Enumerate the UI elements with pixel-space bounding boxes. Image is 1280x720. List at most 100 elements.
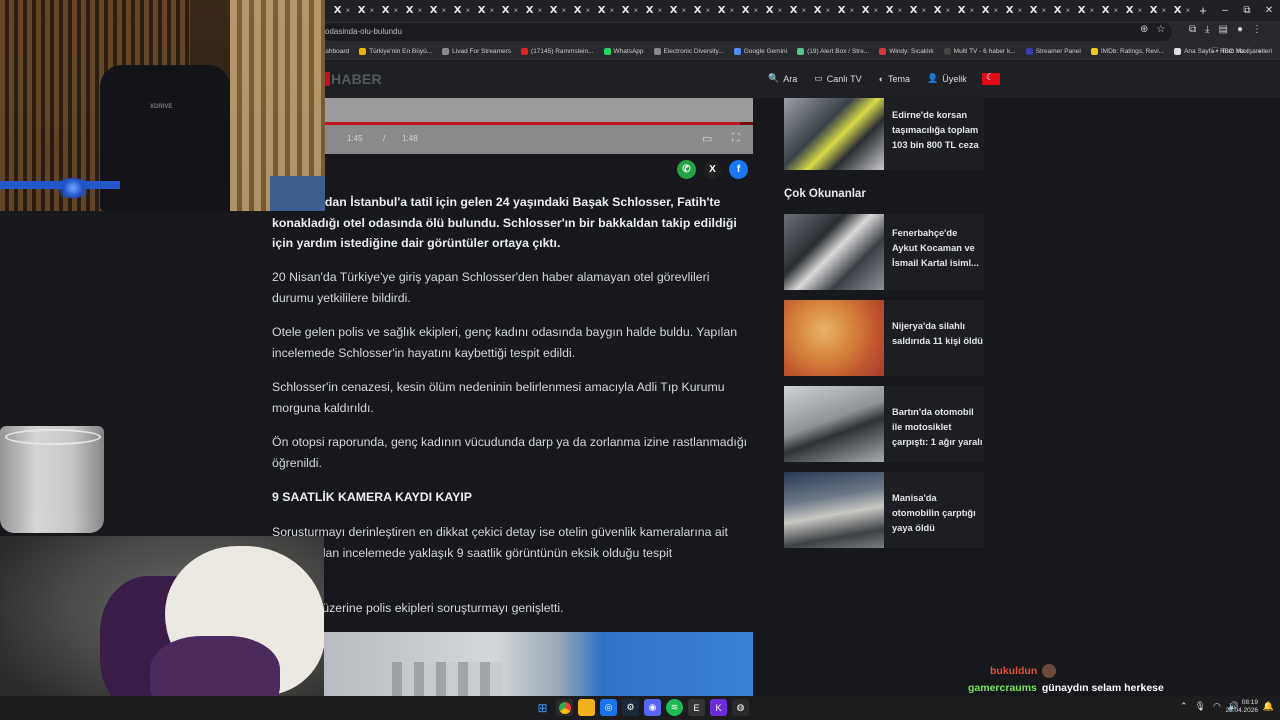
bookmark-item[interactable]: WhatsApp: [603, 47, 644, 55]
nav-item-search[interactable]: 🔍 Ara: [768, 73, 797, 84]
browser-tab[interactable]: X ×: [402, 0, 426, 21]
most-read-item[interactable]: Bartın'da otomobil ile motosiklet çarpış…: [784, 386, 984, 462]
extensions-icon[interactable]: ⧉: [1189, 24, 1196, 35]
media-icon[interactable]: ▤: [1219, 24, 1228, 35]
tab-close-icon[interactable]: ×: [1162, 6, 1167, 15]
browser-tab[interactable]: X ×: [594, 0, 618, 21]
browser-tab[interactable]: X ×: [858, 0, 882, 21]
chrome-icon[interactable]: [556, 699, 573, 716]
download-icon[interactable]: ⤓: [1205, 24, 1209, 35]
browser-tab[interactable]: X ×: [354, 0, 378, 21]
bookmark-item[interactable]: Streamer Panel: [1025, 47, 1081, 55]
discord-icon[interactable]: ◉: [644, 699, 661, 716]
browser-tab[interactable]: X ×: [810, 0, 834, 21]
tab-close-icon[interactable]: ×: [514, 6, 519, 15]
pip-icon[interactable]: ▭: [702, 132, 712, 145]
tab-close-icon[interactable]: ×: [802, 6, 807, 15]
wifi-icon[interactable]: ◠: [1213, 701, 1221, 712]
tab-close-icon[interactable]: ×: [1090, 6, 1095, 15]
tab-close-icon[interactable]: ×: [874, 6, 879, 15]
mic-icon[interactable]: 🎙: [1195, 701, 1206, 712]
spotify-icon[interactable]: ≋: [666, 699, 683, 716]
browser-tab[interactable]: X ×: [330, 0, 354, 21]
tab-close-icon[interactable]: ×: [850, 6, 855, 15]
tab-close-icon[interactable]: ×: [706, 6, 711, 15]
close-icon[interactable]: ✕: [1258, 0, 1280, 21]
fullscreen-icon[interactable]: ⛶: [732, 132, 740, 145]
clock[interactable]: 08:19 28.04.2026: [1225, 699, 1258, 715]
bookmark-item[interactable]: (17145) Rammstein...: [521, 47, 594, 55]
nav-item-tv[interactable]: ▭ Canlı TV: [814, 73, 861, 84]
tab-close-icon[interactable]: ×: [490, 6, 495, 15]
browser-tab[interactable]: X ×: [906, 0, 930, 21]
all-bookmarks[interactable]: 🗀 Tüm Yer İşaretleri: [1212, 43, 1272, 60]
tab-close-icon[interactable]: ×: [1186, 6, 1191, 15]
maximize-icon[interactable]: ⧉: [1236, 0, 1258, 21]
notification-icon[interactable]: 🔔: [1263, 701, 1274, 712]
sidebar-news-item[interactable]: Edirne'de korsan taşımacılığa toplam 103…: [784, 98, 984, 170]
browser-tab[interactable]: X ×: [930, 0, 954, 21]
browser-tab[interactable]: X ×: [1026, 0, 1050, 21]
tab-close-icon[interactable]: ×: [418, 6, 423, 15]
browser-tab[interactable]: X ×: [1050, 0, 1074, 21]
video-player[interactable]: 1:45 / 1:48 ▭ ⛶: [322, 98, 753, 154]
bookmark-item[interactable]: Livad For Streamers: [442, 47, 511, 55]
browser-tab[interactable]: X ×: [1074, 0, 1098, 21]
browser-tab[interactable]: X ×: [666, 0, 690, 21]
browser-tab[interactable]: X ×: [546, 0, 570, 21]
browser-tab[interactable]: X ×: [522, 0, 546, 21]
tab-close-icon[interactable]: ×: [1066, 6, 1071, 15]
kick-icon[interactable]: K: [710, 699, 727, 716]
menu-icon[interactable]: ⋮: [1252, 24, 1262, 35]
site-logo[interactable]: HABER: [322, 71, 382, 87]
tab-close-icon[interactable]: ×: [754, 6, 759, 15]
tray-chevron-icon[interactable]: ⌃: [1180, 701, 1188, 712]
tab-close-icon[interactable]: ×: [634, 6, 639, 15]
browser-tab[interactable]: X ×: [1122, 0, 1146, 21]
bookmark-item[interactable]: IMDb: Ratings, Revi...: [1090, 47, 1164, 55]
bookmark-star-icon[interactable]: ☆: [1156, 24, 1165, 35]
browser-tab[interactable]: X ×: [762, 0, 786, 21]
profile-icon[interactable]: ●: [1237, 24, 1243, 35]
tab-close-icon[interactable]: ×: [394, 6, 399, 15]
browser-tab[interactable]: X ×: [954, 0, 978, 21]
nav-item-user[interactable]: 👤 Üyelik: [927, 73, 967, 84]
bookmark-item[interactable]: Google Gemini: [733, 47, 787, 55]
tab-close-icon[interactable]: ×: [442, 6, 447, 15]
browser-tab[interactable]: X ×: [498, 0, 522, 21]
tab-close-icon[interactable]: ×: [730, 6, 735, 15]
browser-tab[interactable]: X ×: [1146, 0, 1170, 21]
browser-tab[interactable]: X ×: [714, 0, 738, 21]
whatsapp-share-icon[interactable]: ✆: [677, 160, 696, 179]
tab-close-icon[interactable]: ×: [562, 6, 567, 15]
tab-close-icon[interactable]: ×: [658, 6, 663, 15]
browser-tab[interactable]: X ×: [738, 0, 762, 21]
browser-tab[interactable]: X ×: [642, 0, 666, 21]
tab-close-icon[interactable]: ×: [1114, 6, 1119, 15]
tab-close-icon[interactable]: ×: [538, 6, 543, 15]
browser-tab[interactable]: X ×: [618, 0, 642, 21]
tab-close-icon[interactable]: ×: [946, 6, 951, 15]
tab-close-icon[interactable]: ×: [970, 6, 975, 15]
browser-tab[interactable]: X ×: [450, 0, 474, 21]
tab-close-icon[interactable]: ×: [826, 6, 831, 15]
nav-item-theme[interactable]: ◐ Tema: [879, 73, 910, 84]
tab-close-icon[interactable]: ×: [346, 6, 351, 15]
turkey-flag-icon[interactable]: [982, 72, 1000, 85]
tab-close-icon[interactable]: ×: [1018, 6, 1023, 15]
x-share-icon[interactable]: X: [703, 160, 722, 179]
tab-close-icon[interactable]: ×: [610, 6, 615, 15]
browser-tab[interactable]: X ×: [426, 0, 450, 21]
tab-close-icon[interactable]: ×: [1138, 6, 1143, 15]
bookmark-item[interactable]: Windy: Sıcaklık: [879, 47, 934, 55]
tab-close-icon[interactable]: ×: [586, 6, 591, 15]
windows-start-icon[interactable]: ⊞: [534, 699, 551, 716]
tab-close-icon[interactable]: ×: [898, 6, 903, 15]
browser-tab[interactable]: X ×: [786, 0, 810, 21]
browser-tab[interactable]: X ×: [882, 0, 906, 21]
bookmark-item[interactable]: Multi TV - 6 haber k...: [943, 47, 1016, 55]
most-read-item[interactable]: Fenerbahçe'de Aykut Kocaman ve İsmail Ka…: [784, 214, 984, 290]
browser-tab[interactable]: X ×: [690, 0, 714, 21]
edge-icon[interactable]: ◎: [600, 699, 617, 716]
most-read-item[interactable]: Manisa'da otomobilin çarptığı yaya öldü: [784, 472, 984, 548]
